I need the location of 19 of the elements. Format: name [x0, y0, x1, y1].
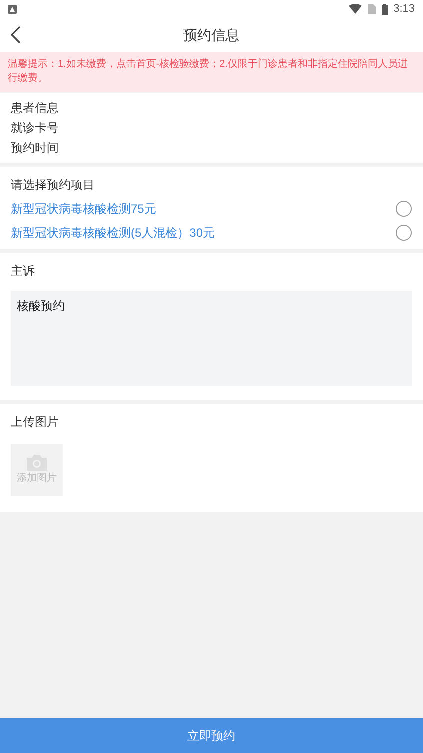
notification-icon [8, 4, 17, 14]
status-time: 3:13 [394, 2, 415, 17]
radio-button[interactable] [396, 201, 412, 217]
section-title: 上传图片 [11, 414, 60, 431]
submit-button[interactable]: 立即预约 [0, 718, 423, 753]
battery-icon [382, 4, 388, 14]
info-label: 患者信息 [11, 100, 60, 117]
section-title: 请选择预约项目 [11, 177, 96, 194]
info-label: 预约时间 [11, 140, 60, 157]
complaint-field[interactable]: 核酸预约 [11, 291, 412, 386]
radio-button[interactable] [396, 225, 412, 241]
option-label[interactable]: 新型冠状病毒核酸检测75元 [11, 200, 156, 218]
info-label: 就诊卡号 [11, 120, 60, 137]
page-title: 预约信息 [184, 26, 240, 44]
wifi-icon [348, 4, 362, 14]
notice-banner: 温馨提示：1.如未缴费，点击首页-核检验缴费；2.仅限于门诊患者和非指定住院陪同人员进行缴费。 [0, 52, 423, 92]
option-label[interactable]: 新型冠状病毒核酸检测(5人混检）30元 [11, 224, 216, 242]
section-title: 主诉 [11, 263, 36, 280]
no-sim-icon [368, 4, 376, 14]
